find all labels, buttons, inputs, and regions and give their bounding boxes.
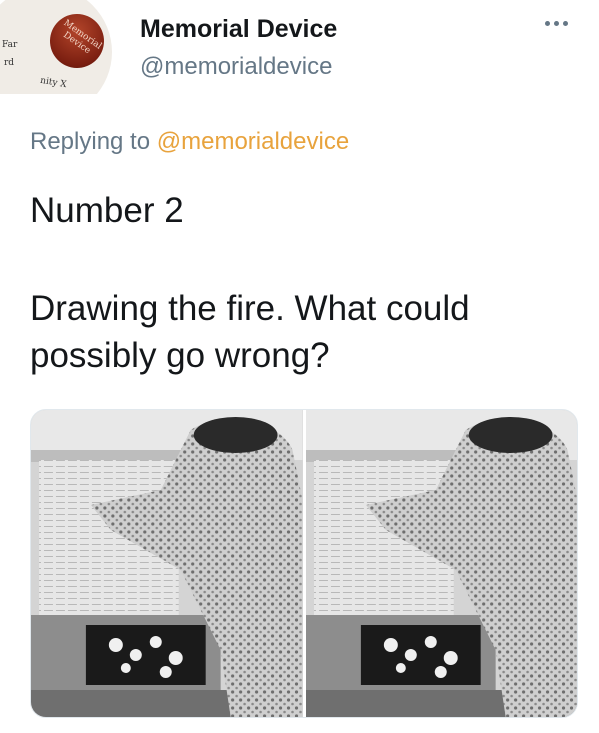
reply-prefix: Replying to	[30, 128, 151, 155]
vintage-photo-right	[305, 410, 577, 717]
more-options-button[interactable]	[538, 10, 574, 36]
reply-handle-link[interactable]: @memorialdevice	[157, 128, 349, 155]
photo-right[interactable]	[305, 410, 577, 717]
photo-left[interactable]	[31, 410, 303, 717]
tweet-text-line3: possibly go wrong?	[30, 336, 330, 375]
avatar-fragment-1: Far	[2, 40, 18, 50]
media-grid	[30, 409, 578, 718]
more-horizontal-icon	[562, 20, 568, 26]
tweet-text-line2: Drawing the fire. What could	[30, 289, 470, 328]
more-horizontal-icon	[553, 20, 559, 26]
avatar-fragment-2: rd	[4, 58, 15, 68]
author-name[interactable]: Memorial Device	[140, 15, 337, 44]
more-horizontal-icon	[544, 20, 550, 26]
vintage-photo-left	[31, 410, 303, 717]
tweet-text-line1: Number 2	[30, 191, 184, 230]
author-handle[interactable]: @memorialdevice	[140, 53, 332, 81]
reply-context: Replying to @memorialdevice	[30, 128, 349, 156]
author-avatar[interactable]: Far rd nity X Memorial Device	[0, 0, 118, 94]
